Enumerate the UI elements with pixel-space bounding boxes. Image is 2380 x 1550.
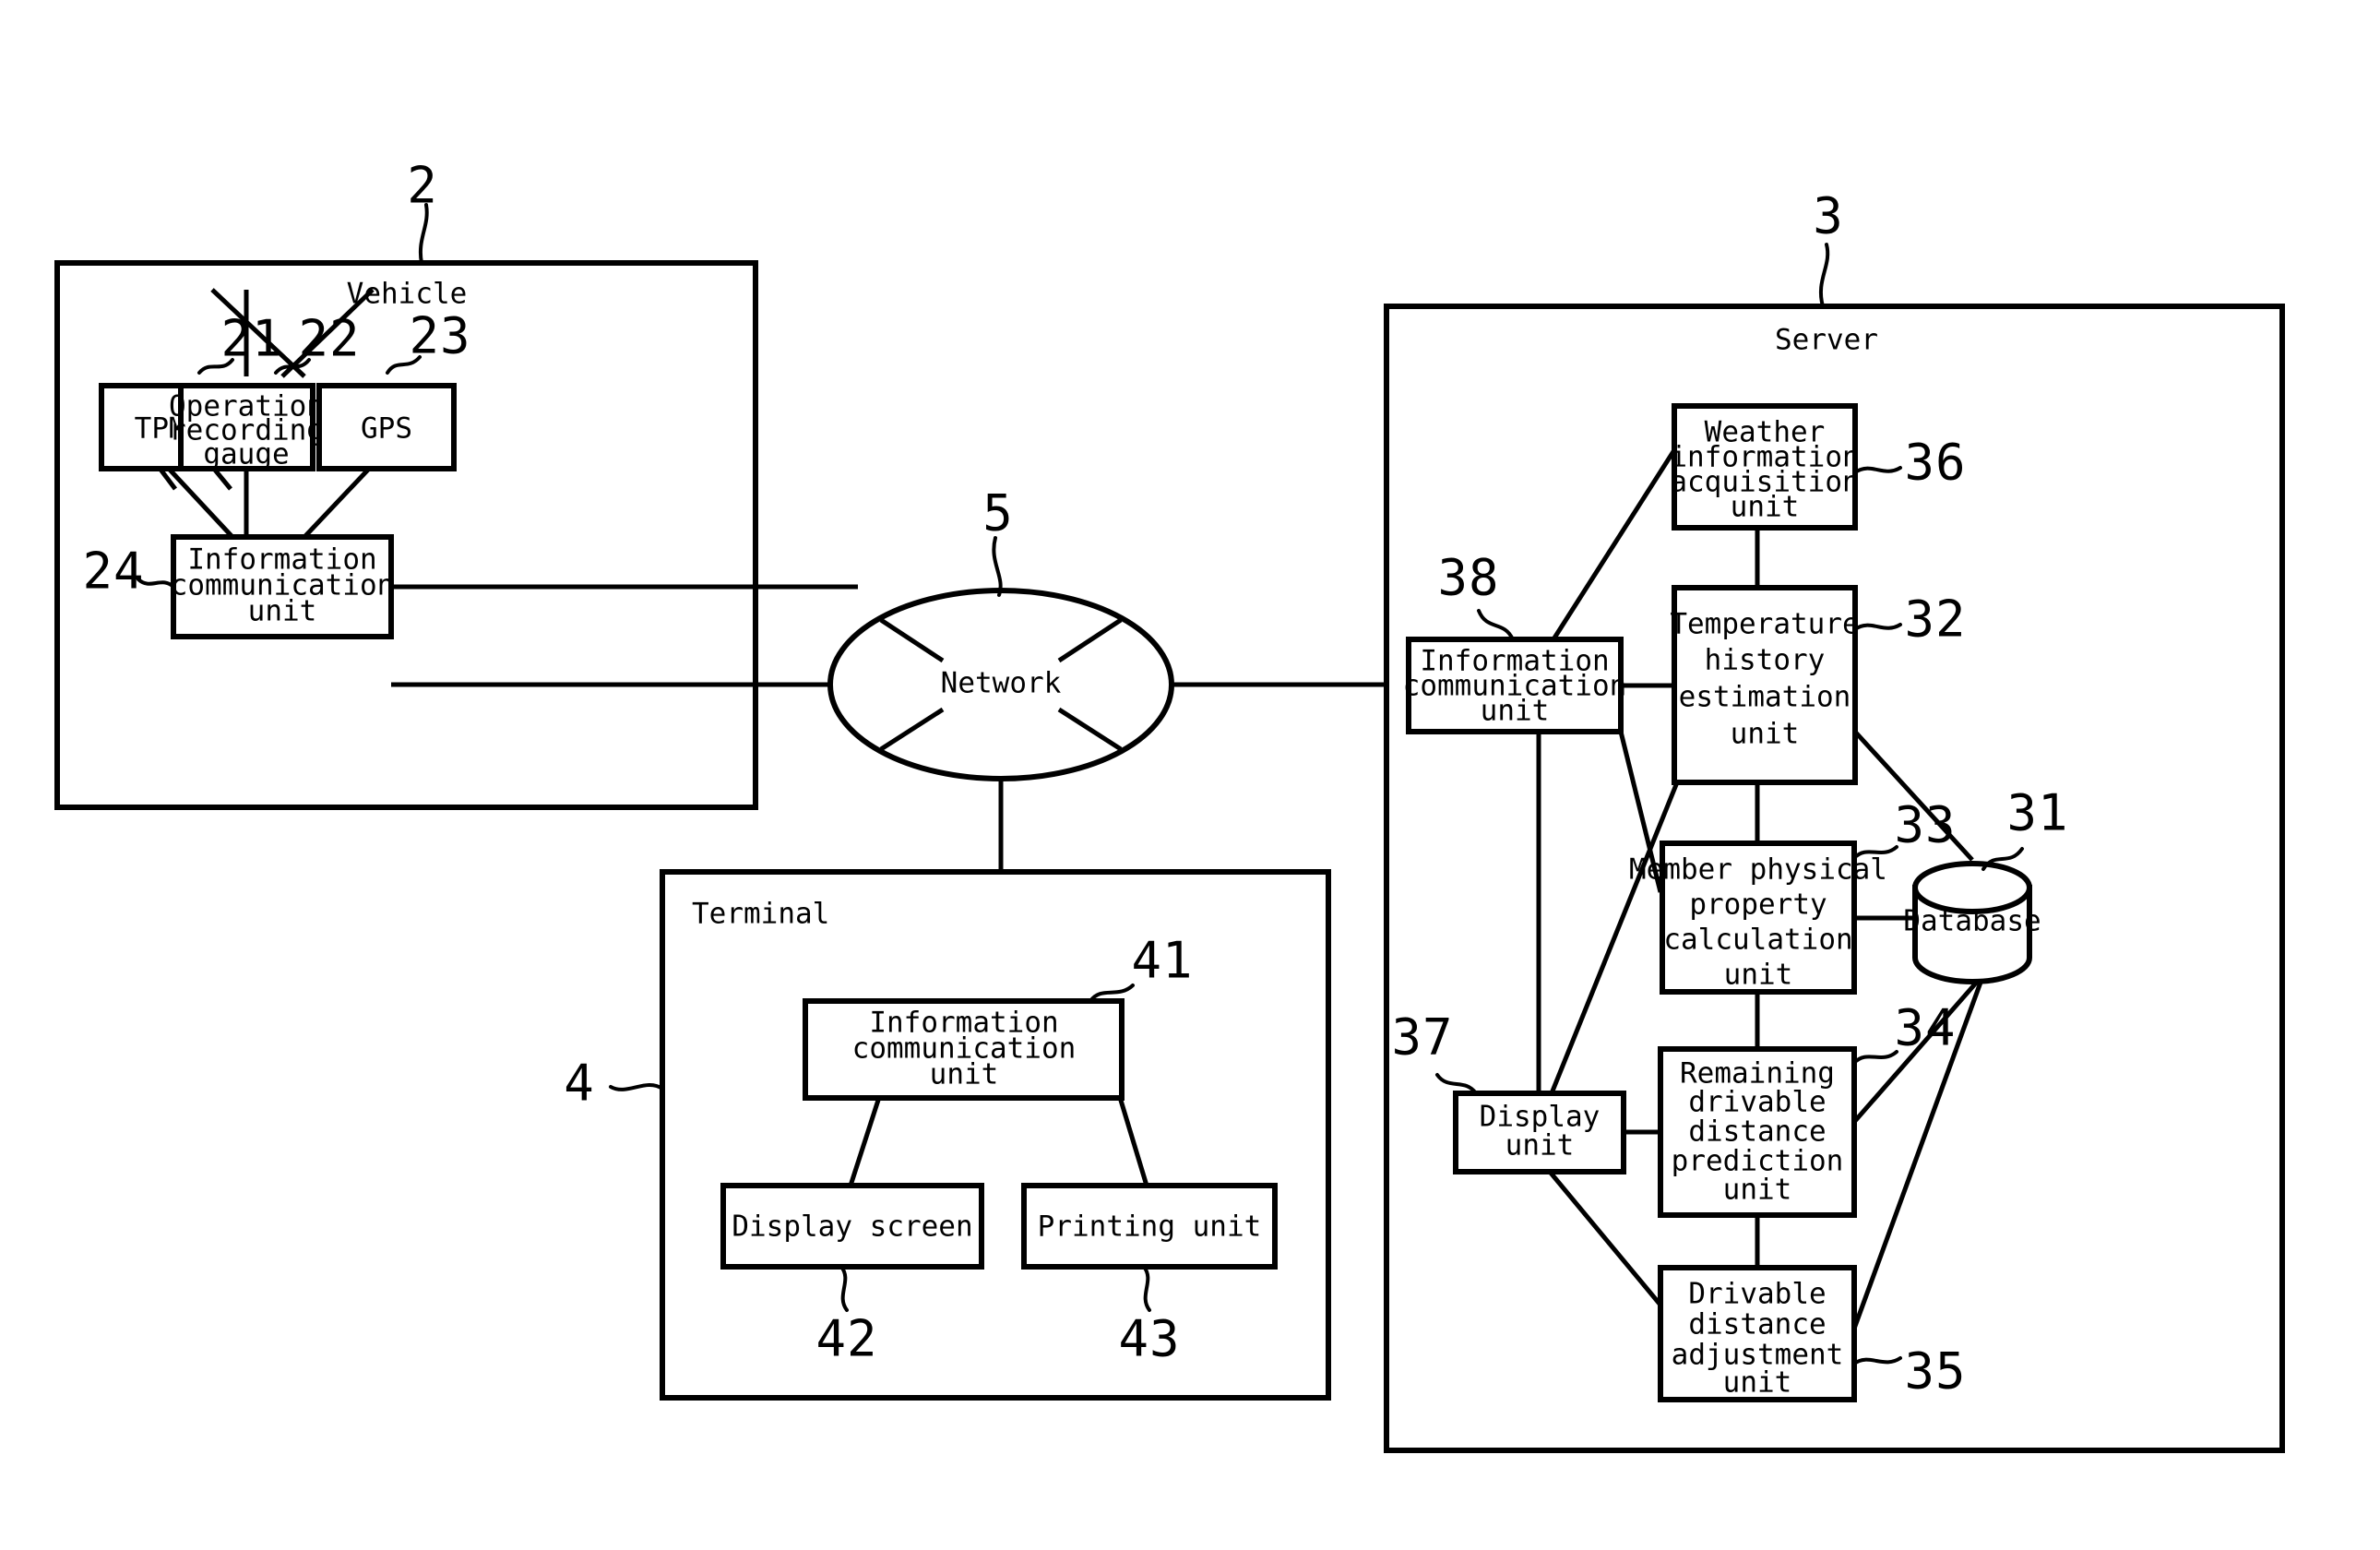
ref-32: 32 — [1904, 590, 1966, 649]
server-title: Server — [1775, 324, 1878, 357]
node-weather-line4: unit — [1731, 491, 1800, 524]
ref-3-leader — [1818, 243, 1830, 308]
block-diagram-svg: Vehicle 2 TPMS 21 Operation recording ga… — [54, 157, 2285, 1453]
ref-4-leader — [609, 1083, 664, 1091]
node-gps-label: GPS — [361, 412, 412, 446]
network-label: Network — [941, 667, 1062, 700]
node-remaining-line3: distance — [1688, 1115, 1826, 1149]
node-temp-hist-line4: unit — [1731, 718, 1800, 751]
node-terminal-info-comm-line3: unit — [930, 1058, 999, 1091]
node-temp-hist-line1: Temperature — [1670, 608, 1859, 641]
ref-33: 33 — [1894, 796, 1956, 854]
vehicle-container — [54, 260, 758, 810]
ref-22: 22 — [298, 310, 360, 368]
node-server-info-comm-line3: unit — [1481, 695, 1550, 728]
ref-23: 23 — [409, 307, 470, 365]
node-printing-unit-label: Printing unit — [1038, 1210, 1262, 1244]
ref-36: 36 — [1904, 434, 1966, 492]
node-remaining-line2: drivable — [1688, 1086, 1826, 1119]
ref-34: 34 — [1894, 999, 1956, 1057]
node-member-line2: property — [1689, 888, 1827, 922]
ref-24: 24 — [82, 542, 144, 601]
ref-38: 38 — [1437, 549, 1499, 607]
node-member-line3: calculation — [1663, 924, 1852, 957]
node-temp-hist-line3: estimation — [1679, 681, 1851, 714]
node-member-line1: Member physical — [1629, 853, 1887, 887]
node-database-label: Database — [1903, 905, 2041, 938]
ref-3: 3 — [1813, 187, 1844, 245]
patent-figure-canvas: Vehicle 2 TPMS 21 Operation recording ga… — [0, 0, 2380, 1550]
node-drivable-line1: Drivable — [1688, 1278, 1826, 1311]
node-vehicle-info-comm-line3: unit — [248, 595, 317, 628]
ref-41: 41 — [1131, 932, 1193, 990]
vehicle-ref-number: 2 — [407, 157, 438, 215]
ref-5-leader — [992, 536, 1003, 597]
node-member-line4: unit — [1724, 959, 1793, 992]
vehicle-title: Vehicle — [347, 278, 468, 311]
node-drivable-line4: unit — [1723, 1366, 1792, 1400]
ref-35: 35 — [1904, 1342, 1966, 1401]
node-display-screen-label: Display screen — [732, 1210, 972, 1244]
terminal-title: Terminal — [692, 898, 829, 931]
ref-5: 5 — [982, 484, 1014, 542]
ref-42: 42 — [815, 1310, 877, 1368]
terminal-container — [660, 869, 1331, 1401]
node-gauge-label-line3: gauge — [203, 438, 289, 471]
ref-4: 4 — [564, 1055, 595, 1113]
node-temp-hist-line2: history — [1705, 644, 1826, 677]
node-remaining-line5: unit — [1723, 1174, 1792, 1207]
ref-31: 31 — [2006, 784, 2068, 842]
ref-21: 21 — [220, 310, 282, 368]
node-drivable-line2: distance — [1688, 1308, 1826, 1341]
node-server-display-line2: unit — [1505, 1129, 1575, 1162]
ref-43: 43 — [1118, 1310, 1180, 1368]
ref-37: 37 — [1391, 1008, 1453, 1067]
